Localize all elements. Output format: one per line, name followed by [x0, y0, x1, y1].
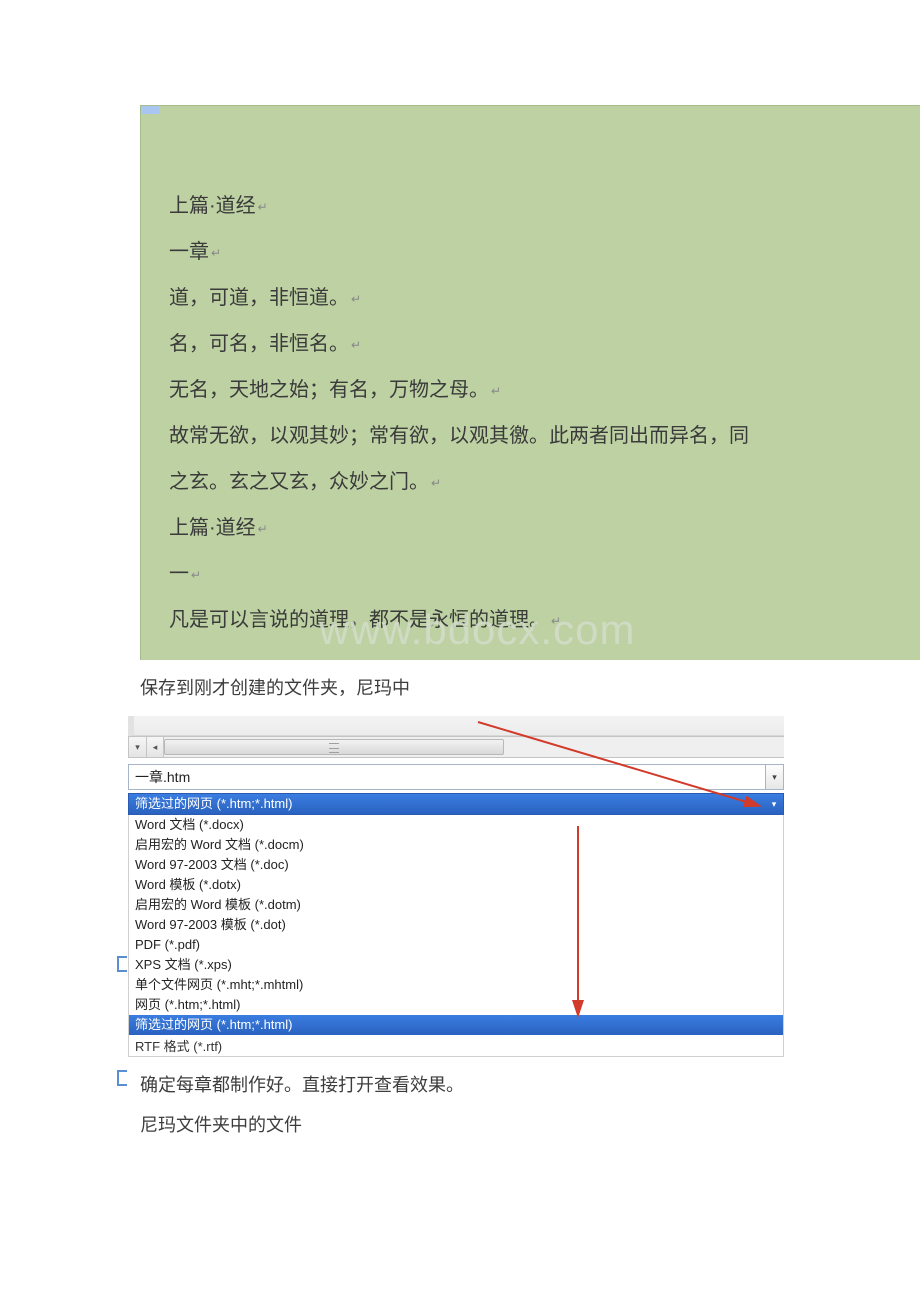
- filename-row: 一章.htm ▾: [128, 764, 784, 790]
- doc-line: 一章↵: [169, 242, 920, 262]
- paragraph-mark-icon: ↵: [551, 615, 561, 627]
- doc-line: 道，可道，非恒道。↵: [169, 288, 920, 308]
- paragraph-mark-icon: ↵: [191, 569, 201, 581]
- filename-dropdown-button[interactable]: ▾: [766, 764, 784, 790]
- bracket-marker-icon: [117, 1070, 127, 1086]
- document-body: 上篇·道经↵ 一章↵ 道，可道，非恒道。↵ 名，可名，非恒名。↵ 无名，天地之始…: [141, 106, 920, 630]
- filetype-dropdown-list: Word 文档 (*.docx) 启用宏的 Word 文档 (*.docm) W…: [128, 815, 784, 1035]
- doc-line: 上篇·道经↵: [169, 518, 920, 538]
- doc-line: 一↵: [169, 564, 920, 584]
- save-as-panel: ▾ ◂ 一章.htm ▾ 筛选过的网页 (*.htm;*.html) ▾ Wor…: [128, 716, 784, 1057]
- paragraph-mark-icon: ↵: [211, 247, 221, 259]
- filetype-option[interactable]: Word 97-2003 文档 (*.doc): [129, 855, 783, 875]
- dialog-header-strip: [128, 716, 784, 736]
- doc-line: 凡是可以言说的道理，都不是永恒的道理。↵: [169, 610, 920, 630]
- paragraph-mark-icon: ↵: [491, 385, 501, 397]
- filetype-option[interactable]: XPS 文档 (*.xps): [129, 955, 783, 975]
- filetype-option[interactable]: 启用宏的 Word 模板 (*.dotm): [129, 895, 783, 915]
- filetype-option[interactable]: RTF 格式 (*.rtf): [128, 1035, 784, 1057]
- filename-input[interactable]: 一章.htm: [128, 764, 766, 790]
- scrollbar-menu-button[interactable]: ▾: [128, 736, 146, 758]
- doc-line: 之玄。玄之又玄，众妙之门。↵: [169, 472, 920, 492]
- horizontal-scrollbar[interactable]: ▾ ◂: [128, 736, 784, 758]
- bracket-marker-icon: [117, 956, 127, 972]
- caption-text: 尼玛文件夹中的文件: [140, 1111, 920, 1137]
- filetype-option[interactable]: Word 文档 (*.docx): [129, 815, 783, 835]
- selection-strip: [141, 106, 159, 114]
- doc-line: 名，可名，非恒名。↵: [169, 334, 920, 354]
- caption-text: 保存到刚才创建的文件夹，尼玛中: [140, 674, 920, 700]
- paragraph-mark-icon: ↵: [258, 201, 268, 213]
- filename-value: 一章.htm: [135, 769, 190, 785]
- doc-line: 无名，天地之始；有名，万物之母。↵: [169, 380, 920, 400]
- scroll-thumb[interactable]: [164, 739, 504, 755]
- word-document-panel: 上篇·道经↵ 一章↵ 道，可道，非恒道。↵ 名，可名，非恒名。↵ 无名，天地之始…: [140, 105, 920, 660]
- doc-line: 故常无欲，以观其妙；常有欲，以观其徼。此两者同出而异名，同: [169, 426, 920, 446]
- paragraph-mark-icon: ↵: [351, 293, 361, 305]
- doc-line: 上篇·道经↵: [169, 196, 920, 216]
- filetype-option[interactable]: 网页 (*.htm;*.html): [129, 995, 783, 1015]
- scroll-left-button[interactable]: ◂: [146, 736, 164, 758]
- filetype-option[interactable]: Word 97-2003 模板 (*.dot): [129, 915, 783, 935]
- scroll-right-cap: [780, 736, 784, 758]
- filetype-combobox[interactable]: 筛选过的网页 (*.htm;*.html) ▾: [128, 793, 784, 815]
- scroll-track[interactable]: [164, 736, 780, 758]
- filetype-option[interactable]: 单个文件网页 (*.mht;*.mhtml): [129, 975, 783, 995]
- filetype-option[interactable]: Word 模板 (*.dotx): [129, 875, 783, 895]
- filetype-selected-label: 筛选过的网页 (*.htm;*.html): [135, 794, 292, 814]
- paragraph-mark-icon: ↵: [431, 477, 441, 489]
- paragraph-mark-icon: ↵: [351, 339, 361, 351]
- filetype-option-highlighted[interactable]: 筛选过的网页 (*.htm;*.html): [129, 1015, 783, 1035]
- filetype-option[interactable]: PDF (*.pdf): [129, 935, 783, 955]
- filetype-option[interactable]: 启用宏的 Word 文档 (*.docm): [129, 835, 783, 855]
- paragraph-mark-icon: ↵: [258, 523, 268, 535]
- filetype-dropdown-button[interactable]: ▾: [765, 794, 783, 814]
- caption-text: 确定每章都制作好。直接打开查看效果。: [140, 1071, 920, 1097]
